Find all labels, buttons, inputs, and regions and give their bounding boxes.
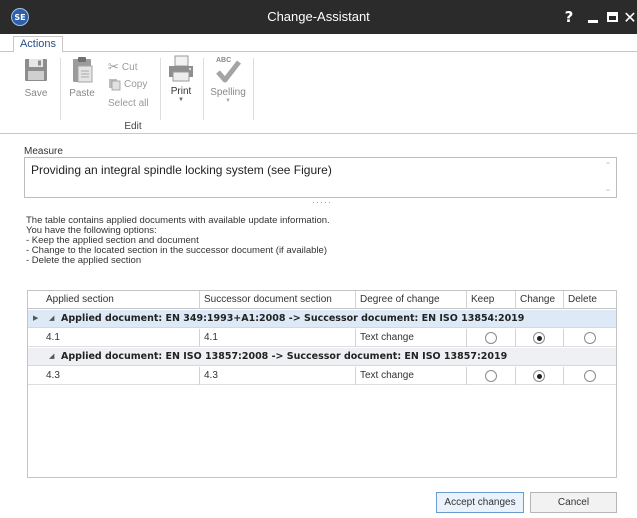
ribbon-separator xyxy=(253,58,254,120)
print-label: Print xyxy=(170,86,192,97)
spelling-icon-text: ABC xyxy=(216,57,232,64)
print-button[interactable]: Print ▼ xyxy=(163,55,199,103)
app-logo[interactable]: SE xyxy=(11,8,29,26)
title-bar: SE Change-Assistant ? ✕ xyxy=(0,0,637,34)
minimize-icon xyxy=(588,19,598,23)
ribbon: Save Paste ✂ Cut Copy Select all Edit Pr… xyxy=(0,52,637,134)
spelling-button[interactable]: ABC Spelling ▼ xyxy=(207,56,249,104)
maximize-icon xyxy=(606,12,618,22)
spelling-dropdown-icon: ▼ xyxy=(225,98,231,104)
paste-button[interactable]: Paste xyxy=(65,56,99,99)
group-title: Applied document: EN ISO 13857:2008 -> S… xyxy=(61,351,508,362)
applied-section-cell: 4.3 xyxy=(46,370,60,381)
ribbon-separator xyxy=(60,58,61,120)
close-button[interactable]: ✕ xyxy=(618,0,637,34)
save-icon xyxy=(25,59,47,81)
splitter-handle[interactable]: ····· xyxy=(310,198,334,207)
delete-radio[interactable] xyxy=(584,332,596,344)
accept-changes-button[interactable]: Accept changes xyxy=(436,492,524,513)
measure-scrollbar[interactable]: ⌃ ⌄ xyxy=(601,159,615,198)
column-header-delete[interactable]: Delete xyxy=(564,291,616,309)
select-all-button[interactable]: Select all xyxy=(108,98,149,109)
delete-radio[interactable] xyxy=(584,370,596,382)
paste-icon xyxy=(73,57,93,83)
cancel-button[interactable]: Cancel xyxy=(530,492,617,513)
row-indicator-icon: ▶ xyxy=(33,315,39,322)
measure-value: Providing an integral spindle locking sy… xyxy=(31,163,332,177)
column-header-applied-section[interactable]: Applied section xyxy=(42,291,200,309)
successor-section-cell: 4.1 xyxy=(204,332,218,343)
table-row[interactable]: 4.3 4.3 Text change xyxy=(28,367,616,385)
cut-label: Cut xyxy=(121,61,138,73)
save-button[interactable]: Save xyxy=(18,58,54,99)
scroll-up-icon: ⌃ xyxy=(604,161,612,170)
change-radio[interactable] xyxy=(533,332,545,344)
keep-radio[interactable] xyxy=(485,332,497,344)
applied-section-cell: 4.1 xyxy=(46,332,60,343)
change-radio[interactable] xyxy=(533,370,545,382)
grid-header: Applied section Successor document secti… xyxy=(28,291,616,309)
printer-icon xyxy=(169,55,193,82)
group-row[interactable]: ◢ Applied document: EN ISO 13857:2008 ->… xyxy=(28,348,616,366)
collapse-icon[interactable]: ◢ xyxy=(49,310,54,328)
copy-button[interactable]: Copy xyxy=(108,78,147,91)
help-button[interactable]: ? xyxy=(557,0,581,34)
column-header-degree-of-change[interactable]: Degree of change xyxy=(356,291,467,309)
copy-label: Copy xyxy=(124,79,148,90)
cut-button[interactable]: ✂ Cut xyxy=(108,59,137,75)
paste-label: Paste xyxy=(69,88,95,99)
window-title: Change-Assistant xyxy=(267,9,370,24)
group-row[interactable]: ▶ ◢ Applied document: EN 349:1993+A1:200… xyxy=(28,310,616,328)
ribbon-separator xyxy=(160,58,161,120)
tab-actions[interactable]: Actions xyxy=(13,36,63,53)
select-all-label: Select all xyxy=(108,98,149,109)
group-title: Applied document: EN 349:1993+A1:2008 ->… xyxy=(61,313,525,324)
measure-label: Measure xyxy=(24,146,63,157)
keep-radio[interactable] xyxy=(485,370,497,382)
info-text: The table contains applied documents wit… xyxy=(26,216,330,266)
ribbon-tabstrip: Actions xyxy=(0,34,637,53)
collapse-icon[interactable]: ◢ xyxy=(49,348,54,366)
degree-of-change-cell: Text change xyxy=(360,332,414,343)
measure-textarea[interactable]: Providing an integral spindle locking sy… xyxy=(24,157,617,198)
print-dropdown-icon: ▼ xyxy=(178,97,184,103)
scissors-icon: ✂ xyxy=(108,59,119,74)
table-row[interactable]: 4.1 4.1 Text change xyxy=(28,329,616,347)
column-header-successor-section[interactable]: Successor document section xyxy=(200,291,355,309)
column-header-change[interactable]: Change xyxy=(516,291,563,309)
ribbon-separator xyxy=(203,58,204,120)
info-line: - Delete the applied section xyxy=(26,255,142,266)
degree-of-change-cell: Text change xyxy=(360,370,414,381)
save-label: Save xyxy=(24,88,48,99)
documents-grid: Applied section Successor document secti… xyxy=(27,290,617,478)
scroll-down-icon: ⌄ xyxy=(604,184,612,193)
copy-icon xyxy=(109,79,121,91)
spelling-label: Spelling xyxy=(210,87,246,98)
edit-group-label: Edit xyxy=(124,121,142,132)
successor-section-cell: 4.3 xyxy=(204,370,218,381)
column-header-keep[interactable]: Keep xyxy=(467,291,515,309)
